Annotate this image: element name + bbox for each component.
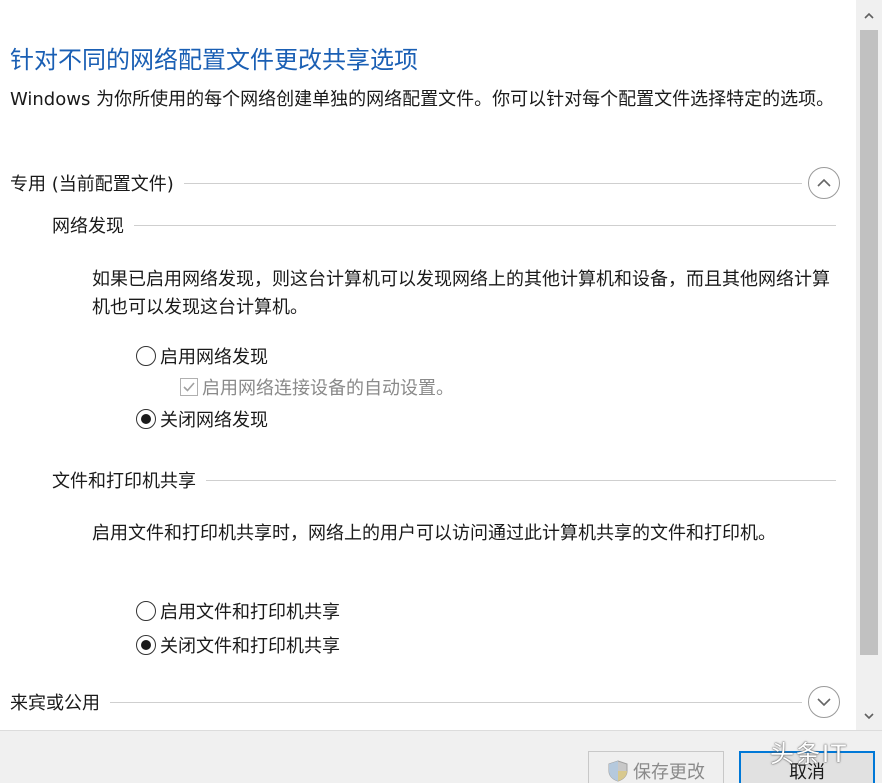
network-discovery-header: 网络发现 [52,212,836,238]
divider [206,479,836,481]
arrow-up-icon [864,12,874,19]
checkbox-auto-setup: 启用网络连接设备的自动设置。 [180,374,454,400]
radio-button-selected[interactable] [136,409,156,429]
radio-button-selected[interactable] [136,635,156,655]
settings-content: 针对不同的网络配置文件更改共享选项 Windows 为你所使用的每个网络创建单独… [0,0,856,730]
scroll-down-button[interactable] [856,704,882,728]
divider [134,224,836,226]
radio-network-discovery-on[interactable]: 启用网络发现 [136,343,268,369]
dialog-footer: 保存更改 取消 [0,730,882,783]
chevron-up-icon [817,178,831,187]
file-printer-sharing-header: 文件和打印机共享 [52,467,836,493]
radio-button[interactable] [136,346,156,366]
chevron-down-icon [817,698,831,707]
guest-profile-label: 来宾或公用 [10,693,100,714]
radio-label: 启用网络发现 [160,347,268,368]
page-title: 针对不同的网络配置文件更改共享选项 [10,46,418,74]
watermark: 头条IT [770,740,848,768]
file-printer-sharing-label: 文件和打印机共享 [52,471,196,492]
checkbox-label: 启用网络连接设备的自动设置。 [202,378,454,399]
radio-button[interactable] [136,601,156,621]
guest-profile-header[interactable]: 来宾或公用 [10,685,840,719]
private-profile-header[interactable]: 专用 (当前配置文件) [10,166,840,200]
collapse-button[interactable] [808,167,840,199]
radio-label: 关闭网络发现 [160,410,268,431]
private-profile-label: 专用 (当前配置文件) [10,174,174,195]
page-description: Windows 为你所使用的每个网络创建单独的网络配置文件。你可以针对每个配置文… [10,89,835,110]
network-discovery-description: 如果已启用网络发现，则这台计算机可以发现网络上的其他计算机和设备，而且其他网络计… [92,269,830,318]
vertical-scrollbar[interactable] [856,0,882,730]
arrow-down-icon [864,713,874,720]
divider [183,182,802,184]
scroll-up-button[interactable] [856,4,882,28]
expand-button[interactable] [808,686,840,718]
save-changes-label: 保存更改 [633,762,705,783]
radio-network-discovery-off[interactable]: 关闭网络发现 [136,406,268,432]
radio-file-sharing-on[interactable]: 启用文件和打印机共享 [136,598,340,624]
radio-file-sharing-off[interactable]: 关闭文件和打印机共享 [136,632,340,658]
radio-label: 启用文件和打印机共享 [160,602,340,623]
check-icon [183,382,195,392]
uac-shield-icon [608,760,628,782]
radio-label: 关闭文件和打印机共享 [160,636,340,657]
checkbox [180,378,198,396]
network-discovery-label: 网络发现 [52,216,124,237]
divider [110,701,802,703]
file-printer-sharing-description: 启用文件和打印机共享时，网络上的用户可以访问通过此计算机共享的文件和打印机。 [92,523,776,544]
scroll-thumb[interactable] [860,30,878,655]
save-changes-button[interactable]: 保存更改 [588,751,724,783]
